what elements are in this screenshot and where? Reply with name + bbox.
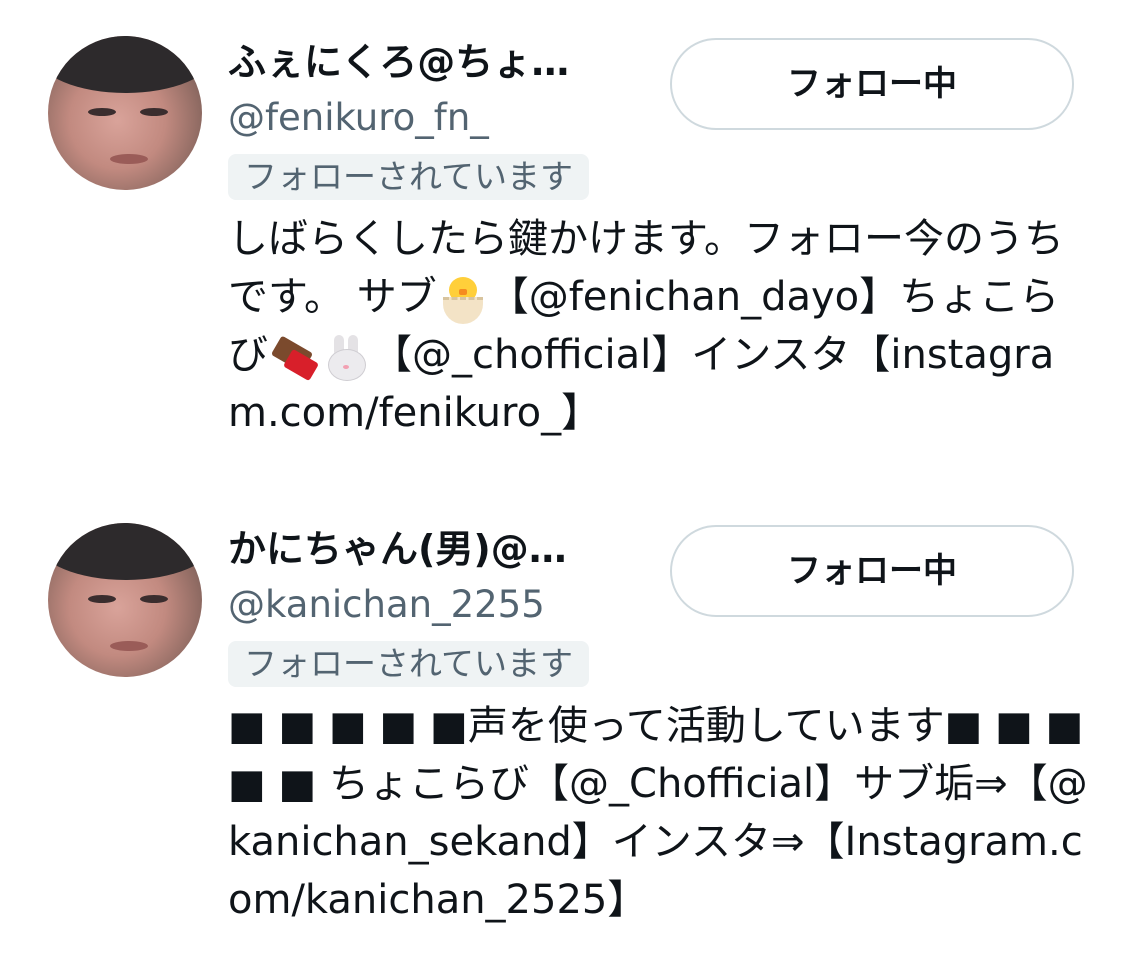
avatar[interactable] xyxy=(48,523,202,677)
rabbit-face-icon xyxy=(322,333,370,381)
avatar-hair xyxy=(48,36,202,93)
user-bio: ■ ■ ■ ■ ■声を使って活動しています■ ■ ■ ■ ■ ちょこらび【@_C… xyxy=(228,703,1088,923)
avatar-eye xyxy=(140,108,168,116)
display-name[interactable]: ふぇにくろ@ちょ… xyxy=(228,38,648,86)
avatar-mouth xyxy=(110,154,148,164)
avatar-eye xyxy=(140,595,168,603)
avatar-mouth xyxy=(110,641,148,651)
display-name[interactable]: かにちゃん(男)@… xyxy=(228,525,648,573)
following-button[interactable]: フォロー中 xyxy=(670,525,1074,617)
following-button[interactable]: フォロー中 xyxy=(670,38,1074,130)
avatar[interactable] xyxy=(48,36,202,190)
avatar-eye xyxy=(88,595,116,603)
follows-you-badge: フォローされています xyxy=(228,154,590,200)
user-handle[interactable]: @fenikuro_fn_ xyxy=(228,94,489,142)
avatar-eye xyxy=(88,108,116,116)
user-bio: しばらくしたら鍵かけます。フォロー今のうちです。 サブ 【@fenichan_da… xyxy=(228,210,1088,442)
avatar-hair xyxy=(48,523,202,580)
hatching-chick-icon xyxy=(439,275,487,324)
follows-you-badge: フォローされています xyxy=(228,641,590,687)
chocolate-bar-icon xyxy=(270,333,319,382)
user-handle[interactable]: @kanichan_2255 xyxy=(228,581,545,629)
